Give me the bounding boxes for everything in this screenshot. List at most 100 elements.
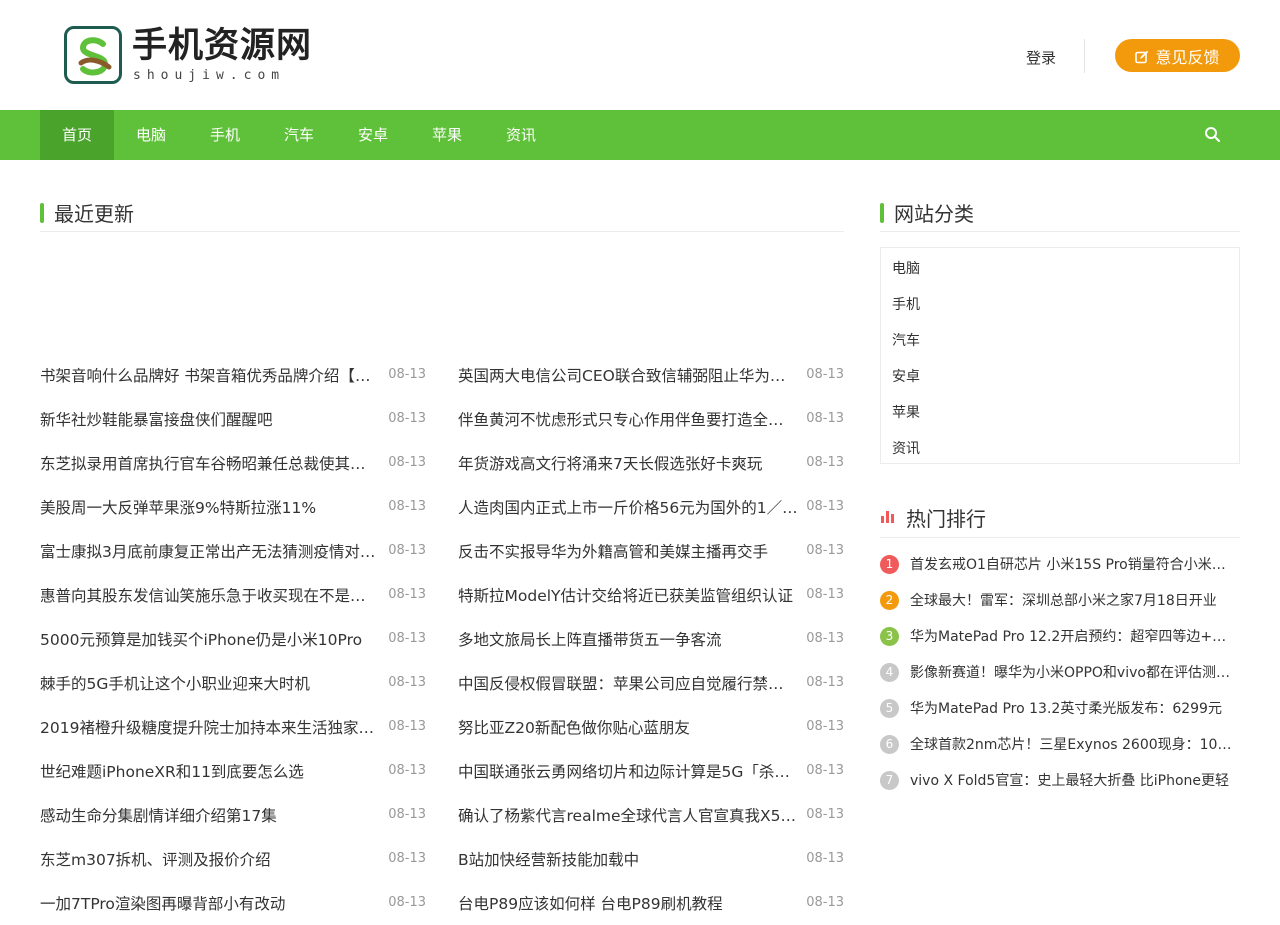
category-link[interactable]: 资讯 [892,438,920,458]
article-title[interactable]: 特斯拉ModelY估计交给将近已获美监管组织认证 [458,584,793,606]
category-link[interactable]: 电脑 [892,258,920,278]
feedback-button[interactable]: 意见反馈 [1115,39,1240,72]
article-title[interactable]: 美股周一大反弹苹果涨9%特斯拉涨11% [40,496,316,518]
hot-title-text: 热门排行 [906,507,986,531]
article-title[interactable]: 中国联通张云勇网络切片和边际计算是5G「杀手级应用」 [458,760,798,782]
category-list: 电脑手机汽车安卓苹果资讯 [880,247,1240,464]
hot-item[interactable]: 5 华为MatePad Pro 13.2英寸柔光版发布：6299元 [880,690,1240,726]
list-item[interactable]: 年货游戏高文行将涌来7天长假选张好卡爽玩 08-13 [458,441,844,485]
nav-item-car[interactable]: 汽车 [262,110,336,160]
article-title[interactable]: 伴鱼黄河不忧虑形式只专心作用伴鱼要打造全场景教育 [458,408,798,430]
article-title[interactable]: 5000元预算是加钱买个iPhone仍是小米10Pro [40,628,362,650]
list-item[interactable]: 东芝拟录用首席执行官车谷畅昭兼任总裁使其在公司内部 08-13 [40,441,426,485]
article-title[interactable]: 2019褚橙升级糖度提升院士加持本来生活独家首发上市 [40,716,380,738]
article-date: 08-13 [806,719,844,734]
list-item[interactable]: 世纪难题iPhoneXR和11到底要怎么选 08-13 [40,749,426,793]
login-link[interactable]: 登录 [1026,47,1056,68]
article-title[interactable]: 台电P89应该如何样 台电P89刷机教程 [458,892,723,914]
hot-item[interactable]: 4 影像新赛道！曝华为小米OPPO和vivo都在评估测试新品 [880,654,1240,690]
hot-title[interactable]: 影像新赛道！曝华为小米OPPO和vivo都在评估测试新品 [910,662,1236,682]
hot-title[interactable]: 全球首款2nm芯片！三星Exynos 2600现身：10核心设计 [910,734,1236,754]
article-title[interactable]: 惠普向其股东发信讪笑施乐急于收买现在不是兼并时机 [40,584,380,606]
list-item[interactable]: 人造肉国内正式上市一斤价格56元为国外的1／15 08-13 [458,485,844,529]
nav-item-phone[interactable]: 手机 [188,110,262,160]
article-date: 08-13 [806,367,844,382]
article-date: 08-13 [388,763,426,778]
bar-chart-icon [880,507,896,523]
nav-item-computer[interactable]: 电脑 [114,110,188,160]
article-date: 08-13 [388,587,426,602]
article-title[interactable]: 东芝m307拆机、评测及报价介绍 [40,848,271,870]
category-link[interactable]: 手机 [892,294,920,314]
list-item[interactable]: 中国联通张云勇网络切片和边际计算是5G「杀手级应用」 08-13 [458,749,844,793]
category-link[interactable]: 苹果 [892,402,920,422]
list-item[interactable]: 惠普向其股东发信讪笑施乐急于收买现在不是兼并时机 08-13 [40,573,426,617]
article-title[interactable]: 书架音响什么品牌好 书架音箱优秀品牌介绍【详细介绍】 [40,364,380,386]
list-item[interactable]: 努比亚Z20新配色做你贴心蓝朋友 08-13 [458,705,844,749]
article-title[interactable]: 确认了杨紫代言realme全球代言人官宣真我X50系列 [458,804,798,826]
hot-title[interactable]: 华为MatePad Pro 13.2英寸柔光版发布：6299元 [910,698,1236,718]
list-item[interactable]: 新华社炒鞋能暴富接盘侠们醒醒吧 08-13 [40,397,426,441]
list-item[interactable]: 反击不实报导华为外籍高管和美媒主播再交手 08-13 [458,529,844,573]
title-accent-bar [40,202,44,223]
hot-item[interactable]: 6 全球首款2nm芯片！三星Exynos 2600现身：10核心设计 [880,726,1240,762]
article-date: 08-13 [806,499,844,514]
hot-title[interactable]: vivo X Fold5官宣：史上最轻大折叠 比iPhone更轻 [910,770,1236,790]
categories-section-title: 网站分类 [880,198,974,227]
list-item[interactable]: 一加7TPro渲染图再曝背部小有改动 08-13 [40,881,426,925]
nav-item-news[interactable]: 资讯 [484,110,558,160]
list-item[interactable]: 特斯拉ModelY估计交给将近已获美监管组织认证 08-13 [458,573,844,617]
article-date: 08-13 [388,543,426,558]
article-title[interactable]: 新华社炒鞋能暴富接盘侠们醒醒吧 [40,408,273,430]
nav-item-home[interactable]: 首页 [40,110,114,160]
article-title[interactable]: 富士康拟3月底前康复正常出产无法猜测疫情对后续影响 [40,540,380,562]
hot-title[interactable]: 华为MatePad Pro 12.2开启预约：超窄四等边+麒麟芯片 [910,626,1236,646]
site-logo[interactable]: 手机资源网 shoujiw.com [64,26,324,86]
list-item[interactable]: 伴鱼黄河不忧虑形式只专心作用伴鱼要打造全场景教育 08-13 [458,397,844,441]
article-title[interactable]: 反击不实报导华为外籍高管和美媒主播再交手 [458,540,768,562]
article-title[interactable]: 东芝拟录用首席执行官车谷畅昭兼任总裁使其在公司内部 [40,452,380,474]
nav-item-apple[interactable]: 苹果 [410,110,484,160]
article-title[interactable]: 多地文旅局长上阵直播带货五一争客流 [458,628,722,650]
article-date: 08-13 [806,543,844,558]
article-title[interactable]: 世纪难题iPhoneXR和11到底要怎么选 [40,760,304,782]
hot-item[interactable]: 3 华为MatePad Pro 12.2开启预约：超窄四等边+麒麟芯片 [880,618,1240,654]
list-item[interactable]: 中国反侵权假冒联盟：苹果公司应自觉履行禁令裁决 08-13 [458,661,844,705]
main-nav: 首页 电脑 手机 汽车 安卓 苹果 资讯 [0,110,1280,160]
article-title[interactable]: B站加快经营新技能加载中 [458,848,639,870]
logo-mark-icon [64,26,122,84]
list-item[interactable]: B站加快经营新技能加载中 08-13 [458,837,844,881]
article-title[interactable]: 人造肉国内正式上市一斤价格56元为国外的1／15 [458,496,798,518]
article-date: 08-13 [388,411,426,426]
rank-badge: 5 [880,698,899,718]
hot-title[interactable]: 全球最大！雷军：深圳总部小米之家7月18日开业 [910,590,1236,610]
hot-item[interactable]: 1 首发玄戒O1自研芯片 小米15S Pro销量符合小米预期 [880,546,1240,582]
list-item[interactable]: 富士康拟3月底前康复正常出产无法猜测疫情对后续影响 08-13 [40,529,426,573]
hot-title[interactable]: 首发玄戒O1自研芯片 小米15S Pro销量符合小米预期 [910,554,1236,574]
article-title[interactable]: 感动生命分集剧情详细介绍第17集 [40,804,277,826]
search-icon[interactable] [1204,126,1222,144]
rank-badge: 6 [880,734,899,754]
list-item[interactable]: 2019褚橙升级糖度提升院士加持本来生活独家首发上市 08-13 [40,705,426,749]
article-title[interactable]: 努比亚Z20新配色做你贴心蓝朋友 [458,716,690,738]
list-item[interactable]: 5000元预算是加钱买个iPhone仍是小米10Pro 08-13 [40,617,426,661]
category-link[interactable]: 汽车 [892,330,920,350]
list-item[interactable]: 东芝m307拆机、评测及报价介绍 08-13 [40,837,426,881]
rank-badge: 3 [880,626,899,646]
article-date: 08-13 [806,675,844,690]
list-item[interactable]: 台电P89应该如何样 台电P89刷机教程 08-13 [458,881,844,925]
hot-item[interactable]: 2 全球最大！雷军：深圳总部小米之家7月18日开业 [880,582,1240,618]
list-item[interactable]: 棘手的5G手机让这个小职业迎来大时机 08-13 [40,661,426,705]
hot-item[interactable]: 7 vivo X Fold5官宣：史上最轻大折叠 比iPhone更轻 [880,762,1240,798]
nav-item-android[interactable]: 安卓 [336,110,410,160]
list-item[interactable]: 多地文旅局长上阵直播带货五一争客流 08-13 [458,617,844,661]
list-item[interactable]: 书架音响什么品牌好 书架音箱优秀品牌介绍【详细介绍】 08-13 [40,353,426,397]
list-item[interactable]: 英国两大电信公司CEO联合致信辅弼阻止华为使用禁令 08-13 [458,353,844,397]
category-link[interactable]: 安卓 [892,366,920,386]
article-title[interactable]: 英国两大电信公司CEO联合致信辅弼阻止华为使用禁令 [458,364,798,386]
article-title[interactable]: 一加7TPro渲染图再曝背部小有改动 [40,892,285,914]
article-title[interactable]: 中国反侵权假冒联盟：苹果公司应自觉履行禁令裁决 [458,672,798,694]
list-item[interactable]: 美股周一大反弹苹果涨9%特斯拉涨11% 08-13 [40,485,426,529]
article-title[interactable]: 年货游戏高文行将涌来7天长假选张好卡爽玩 [458,452,762,474]
article-title[interactable]: 棘手的5G手机让这个小职业迎来大时机 [40,672,310,694]
